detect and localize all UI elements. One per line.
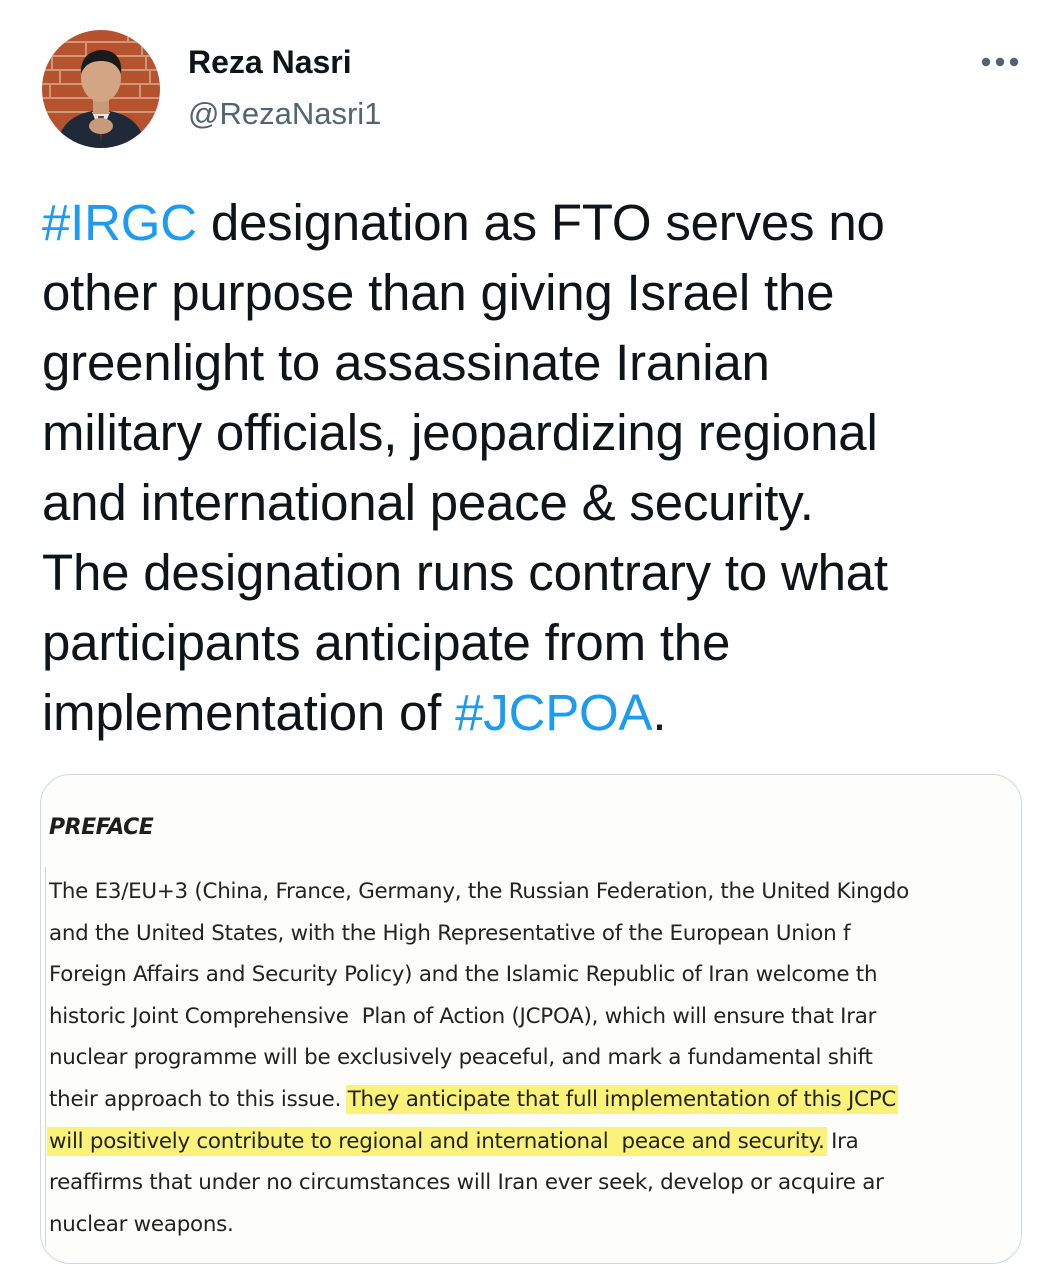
tweet-text-segment: other purpose than giving Israel the: [42, 264, 835, 321]
more-dots-icon: [981, 57, 1019, 67]
tweet-text-line: other purpose than giving Israel the: [42, 258, 1042, 328]
tweet-text-line: implementation of #JCPOA.: [42, 678, 1042, 748]
tweet-text-segment: implementation of: [42, 684, 456, 741]
document-body: The E3/EU+3 (China, France, Germany, the…: [49, 871, 1021, 1246]
profile-photo-icon: [42, 30, 160, 148]
hashtag-link[interactable]: #IRGC: [42, 194, 197, 251]
document-text-segment: Foreign Affairs and Security Policy) and…: [49, 962, 878, 988]
document-line: their approach to this issue. They antic…: [49, 1079, 1021, 1121]
author-handle[interactable]: @RezaNasri1: [188, 96, 381, 132]
tweet-text-segment: military officials, jeopardizing regiona…: [42, 404, 878, 461]
document-text-segment: Ira: [824, 1128, 859, 1154]
tweet-text-line: greenlight to assassinate Iranian: [42, 328, 1042, 398]
document-line: will positively contribute to regional a…: [49, 1121, 1021, 1163]
margin-line: [45, 867, 46, 1247]
tweet-text-segment: .: [652, 684, 667, 741]
tweet-text: #IRGC designation as FTO serves no other …: [42, 188, 1042, 748]
highlighted-text: They anticipate that full implementation…: [347, 1086, 897, 1112]
tweet-text-segment: designation as FTO serves no: [196, 194, 885, 251]
document-line: The E3/EU+3 (China, France, Germany, the…: [49, 871, 1021, 913]
document-heading: PREFACE: [49, 815, 154, 840]
tweet-text-segment: The designation runs contrary to what: [42, 544, 888, 601]
image-edge: [1011, 775, 1021, 1263]
document-text-segment: and the United States, with the High Rep…: [49, 920, 851, 946]
tweet-text-segment: participants anticipate from the: [42, 614, 731, 671]
document-line: nuclear programme will be exclusively pe…: [49, 1037, 1021, 1079]
document-line: Foreign Affairs and Security Policy) and…: [49, 954, 1021, 996]
document-text-segment: nuclear programme will be exclusively pe…: [49, 1045, 873, 1071]
tweet-text-line: participants anticipate from the: [42, 608, 1042, 678]
tweet-text-line: #IRGC designation as FTO serves no: [42, 188, 1042, 258]
tweet-text-line: and international peace & security.: [42, 468, 1042, 538]
document-text-segment: nuclear weapons.: [49, 1211, 234, 1237]
document-text-segment: reaffirms that under no circumstances wi…: [49, 1170, 884, 1196]
document-text-segment: historic Joint Comprehensive Plan of Act…: [49, 1003, 877, 1029]
tweet-text-segment: and international peace & security.: [42, 474, 814, 531]
more-options-button[interactable]: [976, 44, 1024, 80]
attached-image[interactable]: PREFACE The E3/EU+3 (China, France, Germ…: [40, 774, 1022, 1264]
document-line: and the United States, with the High Rep…: [49, 913, 1021, 955]
hashtag-link[interactable]: #JCPOA: [455, 684, 652, 741]
document-text-segment: The E3/EU+3 (China, France, Germany, the…: [49, 879, 909, 904]
tweet: Reza Nasri @RezaNasri1 #IRGC designation…: [0, 0, 1063, 1280]
tweet-text-line: The designation runs contrary to what: [42, 538, 1042, 608]
tweet-text-segment: greenlight to assassinate Iranian: [42, 334, 770, 391]
document-text-segment: their approach to this issue.: [49, 1086, 348, 1112]
document-excerpt: PREFACE The E3/EU+3 (China, France, Germ…: [41, 775, 1021, 1263]
document-line: historic Joint Comprehensive Plan of Act…: [49, 996, 1021, 1038]
highlighted-text: will positively contribute to regional a…: [49, 1128, 825, 1154]
tweet-text-line: military officials, jeopardizing regiona…: [42, 398, 1042, 468]
document-line: nuclear weapons.: [49, 1204, 1021, 1246]
author-avatar[interactable]: [42, 30, 160, 148]
author-display-name[interactable]: Reza Nasri: [188, 44, 352, 81]
document-line: reaffirms that under no circumstances wi…: [49, 1162, 1021, 1204]
